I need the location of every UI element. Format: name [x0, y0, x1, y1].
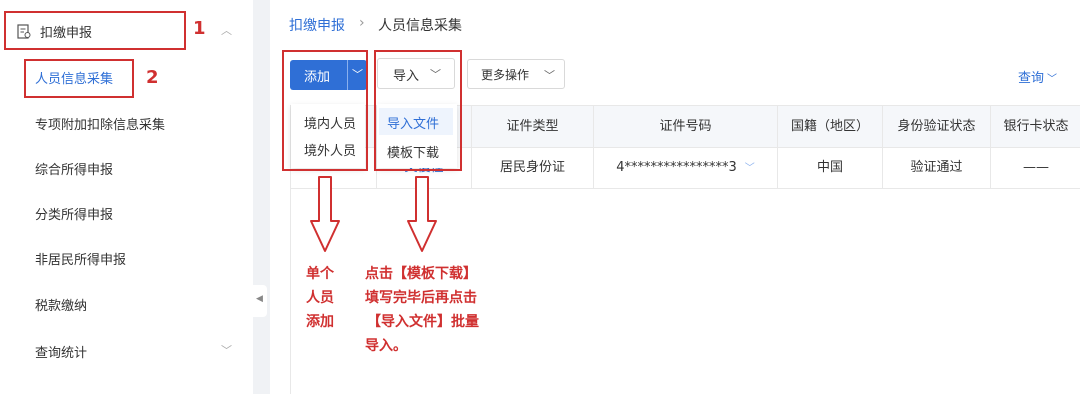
table-header-cell: 身份验证状态: [883, 106, 991, 147]
table-header-cell: 证件类型: [472, 106, 594, 147]
sidebar-item-comprehensive-income[interactable]: 综合所得申报: [0, 153, 253, 183]
annotation-note-batch-import: 点击【模板下载】 填写完毕后再点击 【导入文件】批量 导入。: [365, 266, 479, 354]
sidebar-item-label: 查询统计: [35, 346, 88, 361]
table-cell: 居民身份证: [472, 148, 594, 188]
query-toggle[interactable]: 查询 ﹀: [1018, 67, 1057, 86]
sidebar-collapse-handle[interactable]: ◀: [253, 285, 267, 317]
breadcrumb-current: 人员信息采集: [378, 18, 462, 34]
chevron-down-icon: ﹀: [221, 344, 232, 357]
sidebar-item-tax-payment[interactable]: 税款缴纳: [0, 289, 253, 319]
sidebar-item-query-stats[interactable]: 查询统计 ﹀: [0, 336, 253, 366]
arrow-down-icon: [310, 176, 340, 252]
breadcrumb: 扣缴申报 › 人员信息采集: [270, 0, 1080, 45]
table-cell: 中国: [778, 148, 883, 188]
annotation-note-single-add: 单个 人员 添加: [306, 266, 334, 330]
table-cell: ——: [1023, 160, 1049, 175]
caret-left-icon: ◀: [256, 294, 263, 304]
sidebar-item-label: 税款缴纳: [35, 299, 88, 314]
id-number-text: 4****************3: [616, 160, 737, 175]
more-actions-label: 更多操作: [481, 68, 530, 82]
query-label: 查询: [1018, 71, 1045, 86]
sidebar-item-label: 非居民所得申报: [35, 253, 127, 268]
breadcrumb-separator-icon: ›: [359, 15, 365, 31]
table-header-cell: 国籍（地区）: [778, 106, 883, 147]
annotation-box-2: [24, 59, 134, 98]
annotation-box-add: [282, 50, 368, 171]
chevron-up-icon: ︿: [221, 24, 232, 37]
sidebar-item-special-deduction[interactable]: 专项附加扣除信息采集: [0, 108, 253, 138]
chevron-down-icon: ﹀: [1047, 74, 1058, 85]
sidebar-item-label: 专项附加扣除信息采集: [35, 118, 166, 133]
arrow-down-icon: [407, 176, 437, 252]
chevron-down-icon: ﹀: [544, 69, 555, 82]
annotation-number-1: 1: [193, 18, 206, 39]
sidebar-item-classified-income[interactable]: 分类所得申报: [0, 198, 253, 228]
sidebar-item-label: 分类所得申报: [35, 208, 114, 223]
table-cell: 验证通过: [883, 148, 991, 188]
table-header-cell: 银行卡状态: [1003, 119, 1069, 134]
breadcrumb-parent-link[interactable]: 扣缴申报: [289, 15, 345, 35]
table-header-cell: 证件号码: [594, 106, 778, 147]
eye-icon[interactable]: ﹀: [745, 163, 755, 174]
table-cell: 4****************3 ﹀: [594, 148, 778, 188]
more-actions-button[interactable]: 更多操作 ﹀: [467, 59, 565, 89]
annotation-box-1: [4, 11, 186, 50]
annotation-number-2: 2: [146, 67, 159, 88]
sidebar-item-nonresident-income[interactable]: 非居民所得申报: [0, 243, 253, 273]
annotation-box-import: [374, 50, 462, 171]
sidebar-item-label: 综合所得申报: [35, 163, 114, 178]
